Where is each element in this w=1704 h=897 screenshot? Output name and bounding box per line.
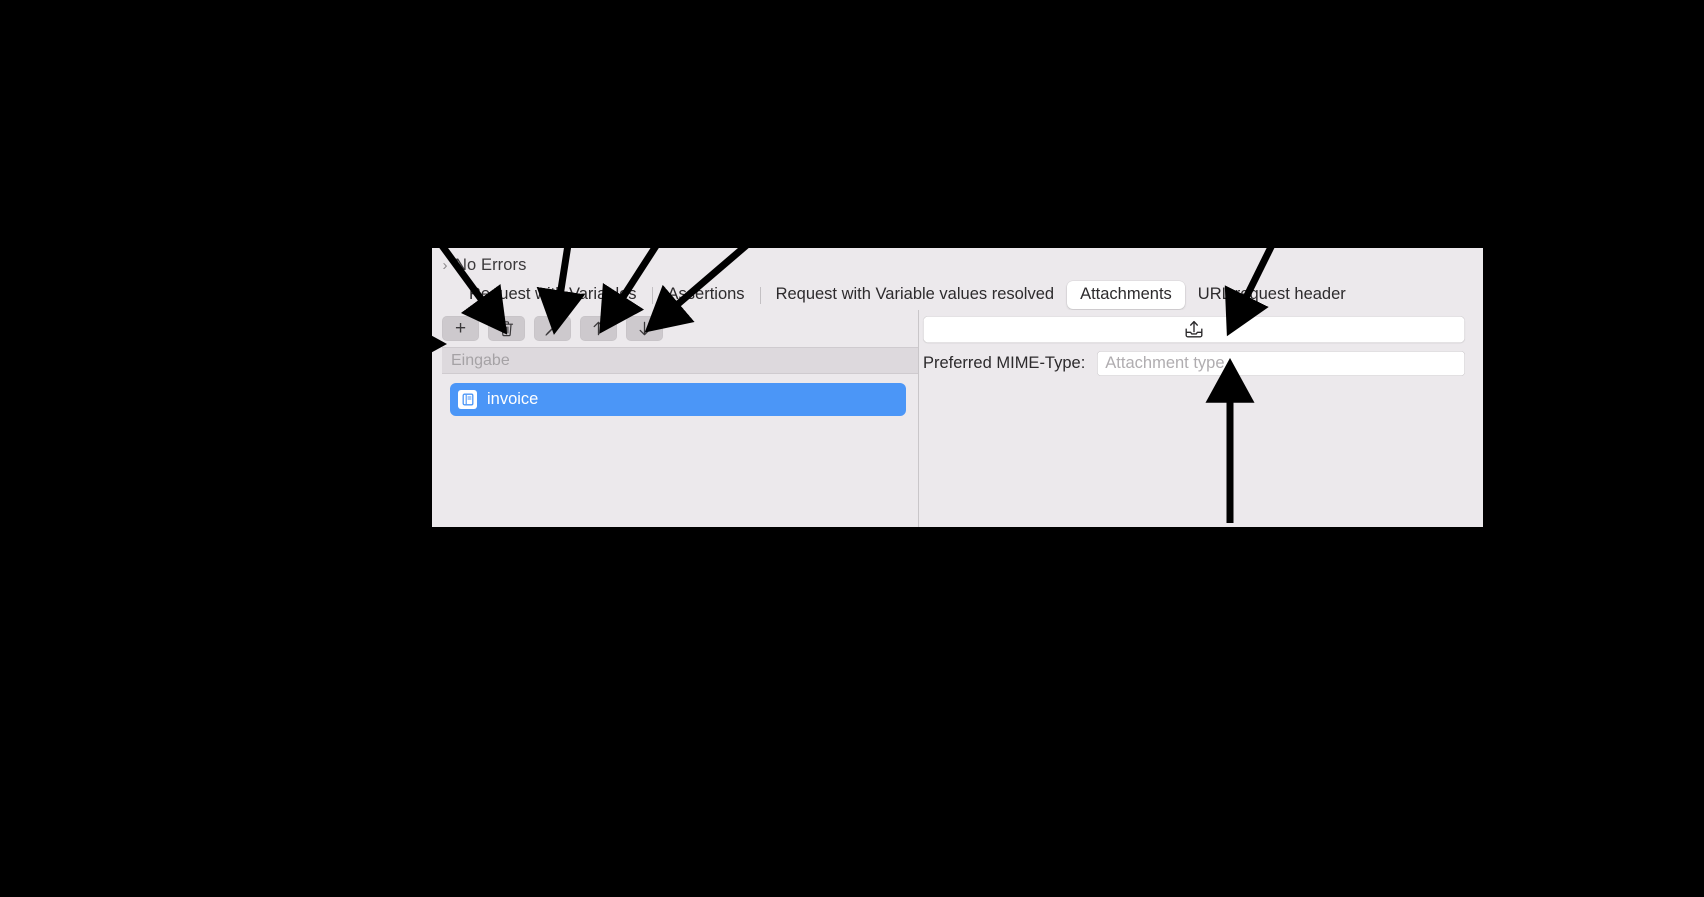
- screenshot-root: › No Errors Request with Variables Asser…: [0, 0, 1704, 897]
- trash-icon: [499, 321, 514, 337]
- export-tray-up-icon[interactable]: [1183, 319, 1205, 340]
- mime-type-input[interactable]: Attachment type: [1097, 351, 1465, 376]
- split-panes: + Eingabe invoice Preferred MIME-Type: A…: [432, 310, 1483, 527]
- list-item[interactable]: invoice: [450, 383, 906, 416]
- tab-attachments[interactable]: Attachments: [1067, 280, 1185, 310]
- errors-bar: › No Errors: [432, 248, 1483, 282]
- attachment-list-header-label: Eingabe: [451, 351, 510, 369]
- tab-assertions[interactable]: Assertions: [655, 281, 758, 310]
- attachment-drop-field[interactable]: [923, 316, 1465, 343]
- tab-url-request-header[interactable]: URL request header: [1185, 281, 1359, 310]
- move-up-button[interactable]: [580, 316, 617, 341]
- tab-bar: Request with Variables Assertions Reques…: [456, 280, 1483, 310]
- pencil-icon: [545, 321, 560, 336]
- mime-type-label: Preferred MIME-Type:: [923, 354, 1086, 372]
- tab-request-with-variables[interactable]: Request with Variables: [456, 281, 650, 310]
- arrow-down-icon: [639, 321, 650, 336]
- attachment-list-header: Eingabe: [442, 347, 918, 374]
- mime-type-placeholder: Attachment type: [1105, 354, 1225, 372]
- move-down-button[interactable]: [626, 316, 663, 341]
- add-attachment-button[interactable]: +: [442, 316, 479, 341]
- attachment-detail-pane: Preferred MIME-Type: Attachment type: [919, 310, 1483, 527]
- attachments-panel-window: › No Errors Request with Variables Asser…: [432, 248, 1483, 527]
- tab-separator: [651, 286, 653, 304]
- mime-type-row: Preferred MIME-Type: Attachment type: [923, 351, 1465, 376]
- attachment-list-pane: + Eingabe invoice: [432, 310, 919, 527]
- attachment-list-body[interactable]: invoice: [442, 374, 918, 527]
- tab-request-with-variable-values-resolved[interactable]: Request with Variable values resolved: [763, 281, 1068, 310]
- attachment-toolbar: +: [442, 316, 663, 341]
- tab-separator: [759, 286, 761, 304]
- list-item-label: invoice: [487, 390, 539, 408]
- document-icon: [458, 390, 477, 409]
- disclosure-chevron-icon[interactable]: ›: [438, 258, 452, 273]
- plus-icon: +: [454, 318, 467, 339]
- delete-attachment-button[interactable]: [488, 316, 525, 341]
- edit-attachment-button[interactable]: [534, 316, 571, 341]
- arrow-up-icon: [593, 321, 604, 336]
- no-errors-label: No Errors: [455, 255, 527, 274]
